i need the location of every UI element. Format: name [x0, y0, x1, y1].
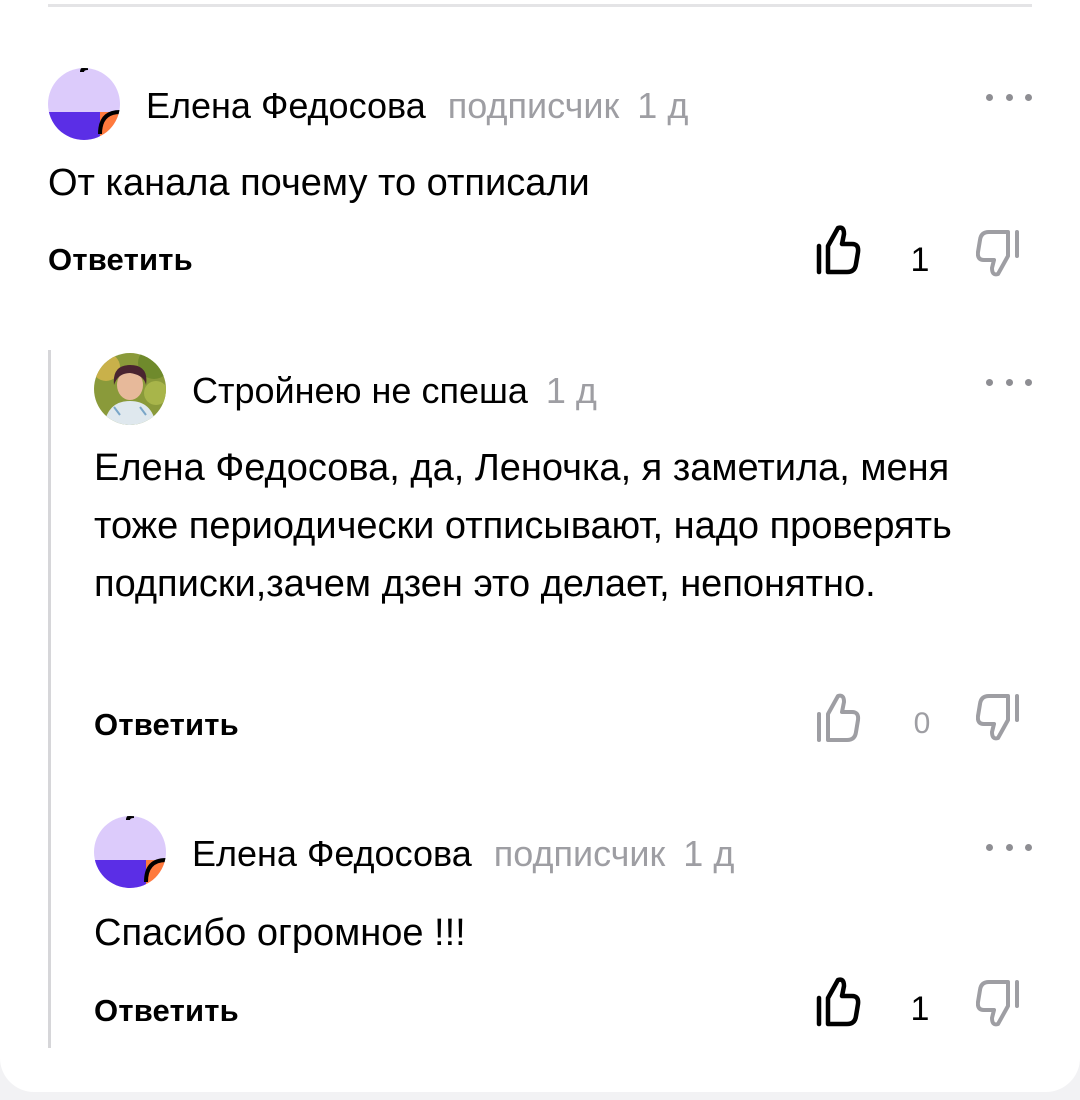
comment-time: 1 д	[637, 85, 689, 126]
avatar[interactable]	[94, 353, 166, 425]
avatar[interactable]	[94, 816, 166, 888]
comment-text: Елена Федосова, да, Леночка, я заметила,…	[94, 447, 952, 605]
comment-text: Спасибо огромное !!!	[94, 912, 466, 954]
comment-time: 1 д	[683, 833, 735, 874]
reply-button[interactable]: Ответить	[94, 707, 239, 743]
more-icon	[986, 378, 993, 386]
thumbs-up-icon[interactable]	[814, 222, 862, 278]
avatar-icon	[48, 68, 120, 140]
avatar-icon	[94, 816, 166, 888]
author-name[interactable]: Елена Федосова	[146, 85, 426, 126]
divider	[48, 4, 1032, 7]
more-button[interactable]	[986, 87, 1032, 107]
subscriber-badge: подписчик	[493, 833, 666, 874]
comment-time: 1 д	[545, 370, 597, 411]
thumbs-down-icon[interactable]	[976, 226, 1024, 282]
comment-author: Елена Федосова подписчик 1 д	[192, 834, 734, 874]
more-button[interactable]	[986, 372, 1032, 392]
comment-author: Стройнею не спеша 1 д	[192, 371, 597, 411]
thread-line	[48, 350, 51, 1048]
thumbs-down-icon[interactable]	[976, 690, 1024, 746]
subscriber-badge: подписчик	[447, 85, 620, 126]
thumbs-up-icon[interactable]	[814, 974, 862, 1030]
comments-card: Елена Федосова подписчик 1 д От канала поч…	[0, 0, 1080, 1092]
thumbs-down-icon[interactable]	[976, 976, 1024, 1032]
comment-text: От канала почему то отписали	[48, 162, 590, 204]
reply-button[interactable]: Ответить	[94, 993, 239, 1029]
avatar-photo-icon	[94, 353, 166, 425]
author-name[interactable]: Елена Федосова	[192, 833, 472, 874]
more-icon	[986, 843, 993, 851]
avatar[interactable]	[48, 68, 120, 140]
comment-author: Елена Федосова подписчик 1 д	[146, 86, 688, 126]
more-icon	[986, 93, 993, 101]
like-count: 1	[910, 990, 930, 1028]
more-button[interactable]	[986, 837, 1032, 857]
reply-button[interactable]: Ответить	[48, 242, 193, 278]
author-name[interactable]: Стройнею не спеша	[192, 370, 528, 411]
like-count: 1	[910, 241, 930, 279]
like-count: 0	[913, 707, 931, 740]
thumbs-up-icon[interactable]	[814, 690, 862, 746]
